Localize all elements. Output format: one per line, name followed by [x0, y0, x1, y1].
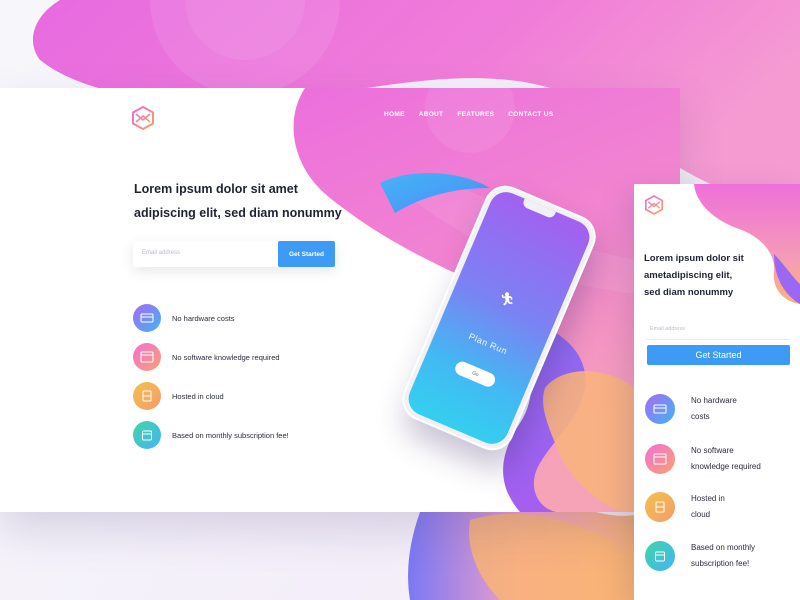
mobile-brand-logo-icon	[645, 195, 663, 215]
feature-item-hardware: No hardware costs	[133, 304, 235, 332]
mobile-feature-label: No software knowledge required	[691, 443, 783, 475]
calendar-icon	[645, 541, 675, 571]
hero-heading-line-1: Lorem ipsum dolor sit amet	[134, 182, 298, 196]
mobile-heading-line-2: ametadipiscing elit,	[644, 270, 733, 281]
card-icon	[645, 394, 675, 424]
mobile-email-placeholder: Email address	[650, 326, 685, 332]
mobile-feature-line-2: subscription fee!	[691, 559, 750, 568]
feature-item-subscription: Based on monthly subscription fee!	[133, 421, 289, 449]
brand-logo-icon	[132, 106, 154, 130]
mobile-feature-item-software: No software knowledge required	[645, 443, 783, 475]
mobile-landing-card	[634, 184, 800, 600]
mobile-feature-line-1: No software	[691, 446, 734, 455]
nav-item-features[interactable]: FEATURES	[457, 111, 494, 118]
nav-item-contact-us[interactable]: CONTACT US	[508, 111, 553, 118]
calendar-icon	[133, 421, 161, 449]
mobile-feature-line-1: Based on monthly	[691, 543, 756, 552]
email-input[interactable]: Email address	[142, 250, 180, 256]
mobile-feature-line-2: knowledge required	[691, 462, 761, 471]
browser-icon	[133, 343, 161, 371]
phone-go-button[interactable]: Go	[453, 359, 498, 389]
runner-icon: 🏃︎	[496, 289, 518, 310]
mobile-heading-line-1: Lorem ipsum dolor sit	[644, 253, 744, 264]
mobile-feature-line-2: cloud	[691, 510, 711, 519]
feature-item-cloud: Hosted in cloud	[133, 382, 224, 410]
mobile-feature-item-hardware: No hardware costs	[645, 393, 783, 425]
mobile-wave-graphic	[694, 184, 800, 304]
mobile-feature-label: Based on monthly subscription fee!	[691, 540, 783, 572]
feature-label: No software knowledge required	[172, 352, 280, 362]
cloud-server-icon	[645, 492, 675, 522]
feature-item-software: No software knowledge required	[133, 343, 280, 371]
mobile-email-input[interactable]: Email address	[646, 320, 790, 340]
card-icon	[133, 304, 161, 332]
mobile-feature-line-1: No hardware	[691, 396, 737, 405]
desktop-landing-card	[0, 88, 680, 512]
feature-label: Based on monthly subscription fee!	[172, 430, 289, 440]
cloud-server-icon	[133, 382, 161, 410]
mobile-feature-label: No hardware costs	[691, 393, 783, 425]
card-wave-graphic	[293, 88, 680, 512]
hero-heading: Lorem ipsum dolor sit amet adipiscing el…	[134, 177, 374, 225]
feature-label: Hosted in cloud	[172, 391, 224, 401]
feature-label: No hardware costs	[172, 313, 235, 323]
browser-icon	[645, 444, 675, 474]
top-nav: HOME ABOUT FEATURES CONTACT US	[384, 111, 553, 118]
nav-item-home[interactable]: HOME	[384, 111, 405, 118]
mobile-feature-label: Hosted in cloud	[691, 491, 783, 523]
get-started-button[interactable]: Get Started	[278, 241, 335, 267]
mobile-get-started-button[interactable]: Get Started	[647, 345, 790, 365]
phone-screen-title: Plan Run	[467, 331, 509, 357]
hero-heading-line-2: adipiscing elit, sed diam nonummy	[134, 206, 342, 220]
nav-item-about[interactable]: ABOUT	[419, 111, 444, 118]
mobile-feature-item-subscription: Based on monthly subscription fee!	[645, 540, 783, 572]
mobile-feature-line-2: costs	[691, 412, 710, 421]
artboard: HOME ABOUT FEATURES CONTACT US Lorem ips…	[0, 0, 800, 600]
mobile-hero-heading: Lorem ipsum dolor sit ametadipiscing eli…	[644, 250, 794, 301]
email-signup-form: Email address Get Started	[133, 241, 335, 267]
mobile-feature-item-cloud: Hosted in cloud	[645, 491, 783, 523]
mobile-feature-line-1: Hosted in	[691, 494, 725, 503]
mobile-heading-line-3: sed diam nonummy	[644, 287, 734, 298]
